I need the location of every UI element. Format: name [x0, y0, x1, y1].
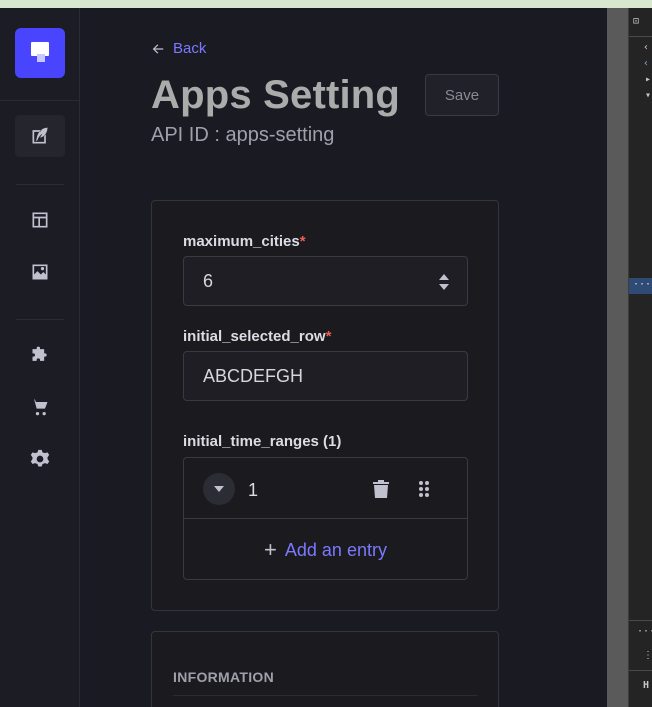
- entry-number: 1: [248, 480, 259, 500]
- more-options[interactable]: ···: [637, 626, 652, 637]
- feather-icon: [32, 127, 48, 144]
- maximum-cities-value: 6: [203, 270, 214, 291]
- puzzle-icon: [32, 346, 47, 361]
- trash-icon[interactable]: [373, 480, 389, 498]
- dom-node-caret-icon[interactable]: ‹: [643, 58, 649, 69]
- image-icon: [32, 264, 48, 280]
- information-title: INFORMATION: [173, 669, 275, 685]
- fields-card: maximum_cities* 6 initial_selected_row* …: [151, 200, 499, 611]
- nav-content-manager[interactable]: [15, 115, 65, 157]
- expand-triangle-icon[interactable]: ▸: [645, 74, 651, 85]
- kebab-menu-icon[interactable]: ⋮: [643, 650, 652, 661]
- plus-icon: +: [264, 537, 277, 562]
- devtools-resize-gutter[interactable]: [607, 8, 628, 707]
- edit-view: Back Apps Setting API ID : apps-setting …: [81, 8, 607, 707]
- layout-icon: [32, 212, 48, 228]
- initial-selected-row-value: ABCDEFGH: [203, 365, 304, 386]
- nav-media-library[interactable]: [15, 251, 65, 293]
- information-card: INFORMATION: [151, 631, 499, 707]
- nav-divider: [16, 184, 64, 185]
- nav-content-type-builder[interactable]: [15, 199, 65, 241]
- required-asterisk: *: [325, 328, 332, 345]
- nav-divider: [16, 319, 64, 320]
- nav-divider: [0, 100, 80, 101]
- add-entry-label: Add an entry: [284, 539, 387, 560]
- add-entry-button[interactable]: + Add an entry: [184, 520, 467, 580]
- number-stepper-icon[interactable]: [439, 274, 449, 290]
- maximum-cities-label: maximum_cities*: [183, 233, 306, 250]
- selected-dom-node[interactable]: ···: [629, 278, 652, 294]
- nav-plugins[interactable]: [15, 334, 65, 376]
- gear-icon: [30, 449, 50, 467]
- back-link[interactable]: Back: [151, 40, 206, 57]
- arrow-left-icon: [152, 43, 164, 54]
- drag-handle-icon[interactable]: [417, 480, 431, 498]
- devtools-tab-label[interactable]: H: [643, 680, 649, 691]
- collapse-triangle-icon[interactable]: ▾: [645, 90, 651, 101]
- strapi-logo[interactable]: [15, 28, 65, 78]
- divider: [629, 36, 652, 37]
- cart-icon: [31, 399, 48, 416]
- api-id-subtitle: API ID : apps-setting: [151, 124, 335, 146]
- devtools-panel: ⊡ ‹ ‹ ▸ ▾ ··· ··· ⋮ H: [628, 8, 652, 707]
- back-label: Back: [173, 40, 207, 57]
- initial-selected-row-input[interactable]: ABCDEFGH: [183, 351, 468, 401]
- initial-selected-row-label: initial_selected_row*: [183, 328, 332, 345]
- divider: [629, 620, 652, 621]
- nav-marketplace[interactable]: [15, 386, 65, 428]
- dom-node-caret-icon[interactable]: ‹: [643, 42, 649, 53]
- inspect-icon[interactable]: ⊡: [633, 16, 639, 27]
- chevron-down-icon[interactable]: [203, 473, 235, 505]
- required-asterisk: *: [299, 233, 306, 250]
- page-title: Apps Setting: [151, 73, 401, 117]
- initial-time-ranges-label: initial_time_ranges (1): [183, 433, 342, 450]
- repeatable-component: 1 + Add an entry: [183, 457, 468, 580]
- maximum-cities-input[interactable]: 6: [183, 256, 468, 306]
- nav-settings[interactable]: [15, 438, 65, 480]
- divider: [629, 670, 652, 671]
- save-button[interactable]: Save: [425, 74, 499, 116]
- component-entry[interactable]: 1: [184, 458, 467, 519]
- divider: [173, 695, 477, 696]
- top-strip: [0, 0, 652, 8]
- left-nav-rail: [0, 8, 80, 707]
